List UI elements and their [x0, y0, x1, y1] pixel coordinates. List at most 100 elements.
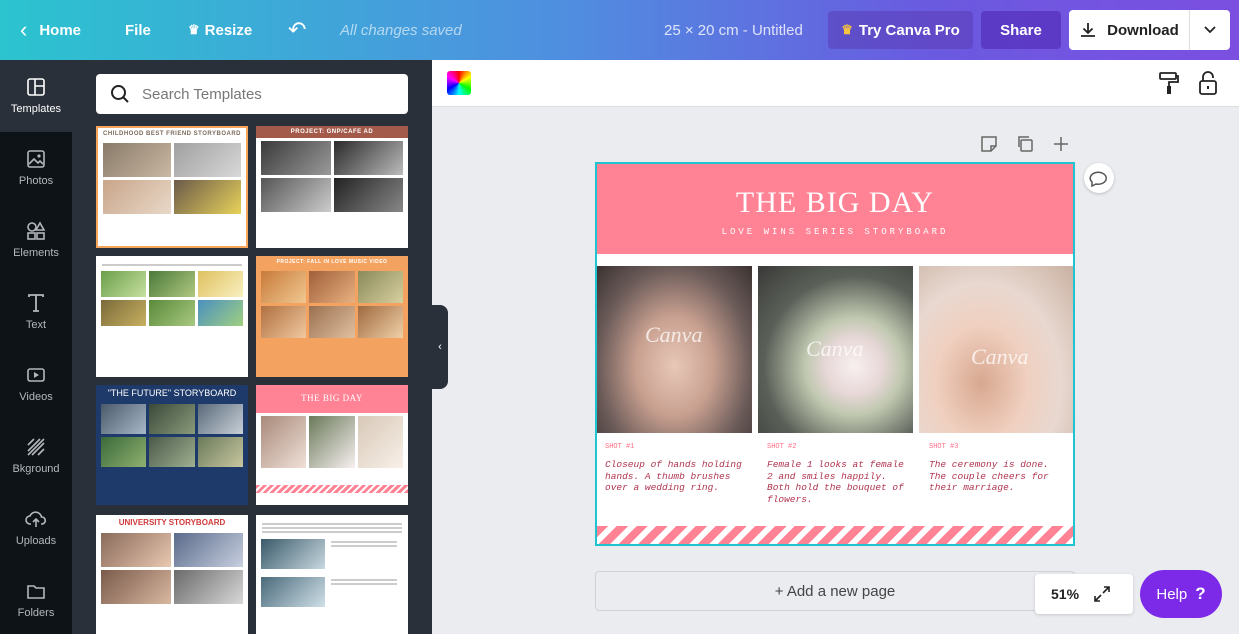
template-title: THE BIG DAY [256, 385, 408, 413]
template-title: CHILDHOOD BEST FRIEND STORYBOARD [102, 131, 241, 137]
templates-icon [27, 78, 45, 96]
template-preview [256, 268, 408, 341]
notes-icon[interactable] [980, 135, 998, 153]
watermark: Canva [645, 322, 703, 347]
template-preview [256, 413, 408, 471]
rail-label: Templates [10, 103, 62, 115]
file-menu-button[interactable]: File [125, 0, 151, 60]
duplicate-page-icon[interactable] [1016, 135, 1034, 153]
crown-icon: ♛ [188, 22, 200, 37]
photo-hands-ring[interactable]: Canva [597, 266, 752, 433]
template-thumbnail[interactable]: CHILDHOOD BEST FRIEND STORYBOARD [96, 126, 248, 248]
help-label: Help [1156, 585, 1188, 603]
rail-item-text[interactable]: Text [0, 276, 72, 348]
crown-icon: ♛ [841, 22, 853, 37]
template-preview [256, 535, 408, 573]
color-picker-icon[interactable] [447, 71, 471, 95]
help-button[interactable]: Help ? [1140, 570, 1222, 618]
speech-bubble-icon [1089, 171, 1107, 187]
template-thumbnail[interactable] [256, 515, 408, 634]
home-button[interactable]: ‹ Home [20, 0, 81, 60]
templates-panel: CHILDHOOD BEST FRIEND STORYBOARD PROJECT… [72, 60, 432, 634]
uploads-icon [25, 511, 47, 527]
shot-description[interactable]: Female 1 looks at female 2 and smiles ha… [767, 459, 907, 505]
shot-description[interactable]: The ceremony is done. The couple cheers … [929, 459, 1069, 494]
rail-item-folders[interactable]: Folders [0, 564, 72, 634]
design-subtitle[interactable]: LOVE WINS SERIES STORYBOARD [597, 227, 1073, 237]
share-button[interactable]: Share [981, 11, 1061, 49]
design-title[interactable]: THE BIG DAY [597, 186, 1073, 220]
search-input[interactable] [142, 85, 392, 103]
design-header[interactable]: THE BIG DAY LOVE WINS SERIES STORYBOARD [597, 164, 1073, 254]
side-rail: Templates Photos Elements Text Videos Bk… [0, 60, 72, 634]
rail-item-videos[interactable]: Videos [0, 348, 72, 420]
paint-roller-icon[interactable] [1158, 70, 1180, 96]
template-preview [96, 530, 248, 607]
rail-label: Photos [18, 175, 54, 187]
shot-description[interactable]: Closeup of hands holding hands. A thumb … [605, 459, 745, 494]
template-preview [98, 140, 246, 217]
template-thumbnail[interactable]: "THE FUTURE" STORYBOARD [96, 385, 248, 505]
template-thumbnail[interactable]: UNIVERSITY STORYBOARD [96, 515, 248, 634]
template-thumbnail[interactable]: PROJECT: GNP/CAFE AD [256, 126, 408, 248]
rail-item-background[interactable]: Bkground [0, 420, 72, 492]
rail-label: Uploads [15, 535, 57, 547]
chevron-left-icon: ‹ [20, 17, 28, 42]
top-bar: ‹ Home File ♛ Resize ↶ All changes saved… [0, 0, 1239, 60]
template-thumbnail[interactable]: PROJECT: FALL IN LOVE MUSIC VIDEO [256, 256, 408, 377]
add-new-page-button[interactable]: + Add a new page [595, 571, 1075, 611]
chevron-left-icon: ‹ [438, 341, 442, 353]
template-preview [96, 268, 248, 329]
photos-icon [27, 150, 45, 168]
watermark: Canva [971, 344, 1029, 369]
save-status: All changes saved [340, 21, 462, 39]
try-canva-pro-button[interactable]: ♛ Try Canva Pro [828, 11, 973, 49]
template-thumbnail[interactable] [96, 256, 248, 377]
videos-icon [27, 368, 45, 382]
photo-bouquet[interactable]: Canva [758, 266, 913, 433]
comment-icon[interactable] [1084, 163, 1114, 193]
shot-label[interactable]: SHOT #2 [767, 443, 796, 451]
rail-item-elements[interactable]: Elements [0, 204, 72, 276]
editor-toolbar [432, 60, 1239, 107]
rail-item-uploads[interactable]: Uploads [0, 492, 72, 564]
search-icon [111, 85, 129, 103]
download-button[interactable]: Download [1069, 10, 1190, 50]
photo-cheers[interactable]: Canva [919, 266, 1073, 433]
resize-button[interactable]: ♛ Resize [188, 0, 252, 60]
collapse-panel-button[interactable]: ‹ [432, 305, 448, 389]
template-title: UNIVERSITY STORYBOARD [118, 518, 226, 527]
download-icon [1081, 23, 1096, 37]
rail-label: Elements [13, 247, 59, 259]
download-button-group: Download [1069, 10, 1230, 50]
zoom-level[interactable]: 51% [1051, 586, 1079, 602]
chevron-down-icon [1204, 26, 1216, 34]
search-box[interactable] [96, 74, 408, 114]
background-icon [27, 438, 45, 456]
try-pro-label: Try Canva Pro [858, 21, 960, 39]
template-thumbnail[interactable]: THE BIG DAY [256, 385, 408, 505]
shot-label[interactable]: SHOT #3 [929, 443, 958, 451]
template-title: PROJECT: GNP/CAFE AD [256, 126, 408, 138]
document-title[interactable]: 25 × 20 cm - Untitled [664, 0, 803, 60]
add-page-icon[interactable] [1052, 135, 1070, 153]
home-label: Home [39, 21, 82, 39]
rail-label: Text [25, 319, 47, 331]
template-title: PROJECT: FALL IN LOVE MUSIC VIDEO [276, 259, 388, 265]
zoom-control[interactable]: 51% [1035, 574, 1133, 614]
rail-item-templates[interactable]: Templates [0, 60, 72, 132]
download-options-button[interactable] [1190, 10, 1230, 50]
striped-footer[interactable] [597, 526, 1073, 544]
template-title: "THE FUTURE" STORYBOARD [107, 388, 237, 398]
folders-icon [27, 585, 45, 599]
question-mark-icon: ? [1195, 584, 1206, 603]
lock-icon[interactable] [1198, 70, 1218, 96]
download-label: Download [1107, 21, 1179, 39]
fullscreen-icon[interactable] [1093, 585, 1111, 603]
undo-icon[interactable]: ↶ [288, 0, 306, 60]
rail-item-photos[interactable]: Photos [0, 132, 72, 204]
template-preview [96, 401, 248, 470]
rail-label: Videos [19, 391, 53, 403]
shot-label[interactable]: SHOT #1 [605, 443, 634, 451]
design-page[interactable]: THE BIG DAY LOVE WINS SERIES STORYBOARD … [595, 162, 1075, 546]
